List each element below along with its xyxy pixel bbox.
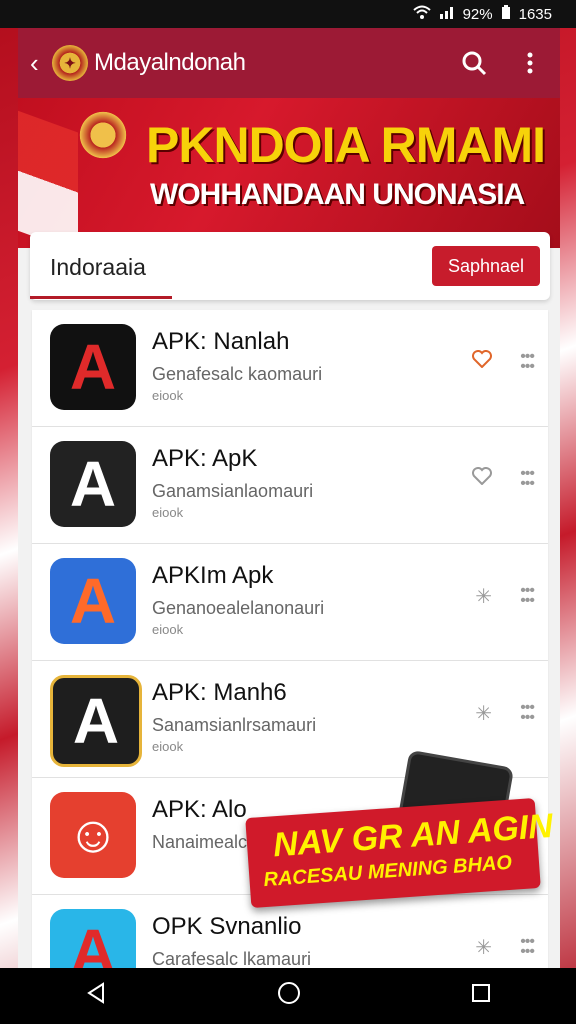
banner-title: PKNDOIA RMAMI <box>146 117 546 173</box>
list-item[interactable]: A APK: Nanlah Genafesalc kaomauri eiook … <box>32 310 548 427</box>
a-cyan-icon: A <box>50 909 136 968</box>
app-title-text: APK: Alo <box>152 796 247 823</box>
a-blue-icon: A <box>50 558 136 644</box>
search-icon[interactable] <box>456 45 492 81</box>
garuda-emblem-icon <box>78 110 128 160</box>
banner-subtitle: WOHHANDAAN UNONASIA <box>150 178 525 211</box>
app-screen: ‹ ✦ Mdayalndonah PKNDOIA RMAMI WOHHANDAA… <box>18 28 560 968</box>
app-title-text: APK: Manh6 <box>152 679 287 706</box>
app-title-text: APK: ApK <box>152 445 258 472</box>
app-title-text: APK: Nanlah <box>152 328 290 355</box>
app-meta: eiook <box>152 739 184 754</box>
list-item[interactable]: A APK: ApK Ganamsianlaomauri eiook ••• ••… <box>32 427 548 544</box>
secondary-tab-button[interactable]: Saphnael <box>432 246 540 286</box>
promo-title: NAV GR AN AGIN <box>271 806 555 865</box>
app-subtitle: Genanoealelanonauri <box>152 598 325 618</box>
hero-banner: PKNDOIA RMAMI WOHHANDAAN UNONASIA <box>18 98 560 248</box>
a-dark-icon: A <box>50 441 136 527</box>
ghost-red-icon: ☺ <box>50 792 136 878</box>
signal-icon <box>439 5 455 23</box>
app-subtitle: Sanamsianlrsamauri <box>152 715 317 735</box>
app-bar: ‹ ✦ Mdayalndonah <box>18 28 560 98</box>
back-arrow-icon[interactable]: ‹ <box>30 48 52 79</box>
back-nav-icon[interactable] <box>85 981 107 1011</box>
drag-handle-icon[interactable]: ••• ••• <box>520 466 535 492</box>
app-meta: eiook <box>152 505 184 520</box>
heart-icon[interactable] <box>472 350 492 374</box>
heart-icon[interactable] <box>472 467 492 491</box>
battery-text: 92% <box>462 5 493 23</box>
app-title-text: APKIm Apk <box>152 562 274 589</box>
list-item[interactable]: A APKIm Apk Genanoealelanonauri eiook ✳ … <box>32 544 548 661</box>
more-vert-icon[interactable] <box>512 45 548 81</box>
recents-nav-icon[interactable] <box>471 982 491 1010</box>
clock: 1635 <box>518 5 552 23</box>
promo-overlay[interactable]: NAV GR AN AGIN RACESAU MENING BHAO <box>245 749 554 928</box>
drag-handle-icon[interactable]: ••• ••• <box>520 583 535 609</box>
app-subtitle: Genafesalc kaomauri <box>152 364 323 384</box>
app-subtitle: Nanaimealc <box>152 832 248 852</box>
app-subtitle: Carafesalc lkamauri <box>152 949 312 968</box>
promo-banner[interactable]: NAV GR AN AGIN RACESAU MENING BHAO <box>245 797 554 909</box>
status-bar: 92% 1635 <box>0 0 576 28</box>
drag-handle-icon[interactable]: ••• ••• <box>520 934 535 960</box>
a-gold-icon: A <box>50 675 142 767</box>
system-nav-bar <box>0 968 576 1024</box>
drag-handle-icon[interactable]: ••• ••• <box>520 349 535 375</box>
wifi-icon <box>412 5 431 23</box>
flag-decoration <box>18 103 78 248</box>
tab-card: Indoraaia Saphnael <box>30 232 550 300</box>
drag-handle-icon[interactable]: ••• ••• <box>520 700 535 726</box>
tab-indicator <box>30 296 172 299</box>
app-meta: eiook <box>152 622 184 637</box>
home-nav-icon[interactable] <box>277 981 301 1012</box>
a-black-icon: A <box>50 324 136 410</box>
battery-icon <box>501 5 511 23</box>
garuda-logo-icon: ✦ <box>52 45 88 81</box>
tab-indonesia[interactable]: Indoraaia <box>50 254 146 281</box>
sparkle-icon[interactable]: ✳ <box>475 701 492 726</box>
app-meta: eiook <box>152 388 184 403</box>
sparkle-icon[interactable]: ✳ <box>475 584 492 609</box>
sparkle-icon[interactable]: ✳ <box>475 935 492 960</box>
app-subtitle: Ganamsianlaomauri <box>152 481 314 501</box>
app-title: Mdayalndonah <box>94 49 246 76</box>
